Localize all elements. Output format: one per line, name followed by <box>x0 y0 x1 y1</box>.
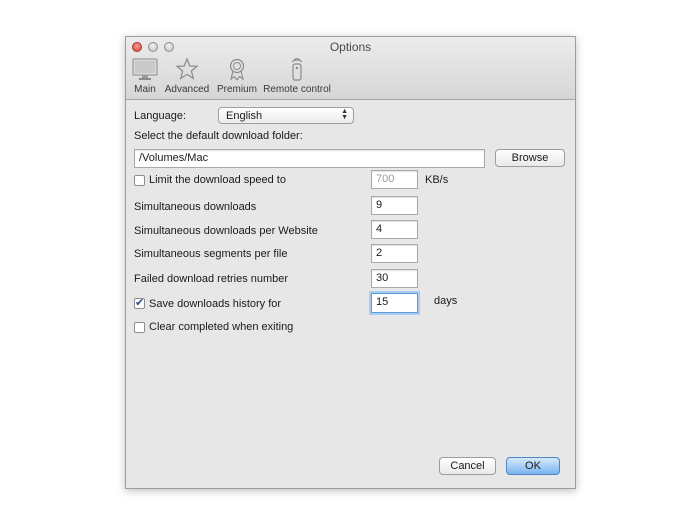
toolbar-label-main: Main <box>134 84 156 95</box>
simultaneous-downloads-label: Simultaneous downloads <box>134 201 257 213</box>
cancel-button[interactable]: Cancel <box>439 457 496 475</box>
retries-label: Failed download retries number <box>134 273 289 285</box>
segments-label: Simultaneous segments per file <box>134 248 288 260</box>
toolbar-label-remote-control: Remote control <box>263 84 331 95</box>
clear-completed-label: Clear completed when exiting <box>149 321 294 333</box>
history-days-input[interactable]: 15 <box>371 293 418 313</box>
toolbar-tab-remote-control[interactable]: Remote control <box>262 57 332 95</box>
save-history-checkbox[interactable] <box>134 296 145 309</box>
limit-speed-checkbox[interactable] <box>134 175 145 186</box>
ok-button[interactable]: OK <box>506 457 560 475</box>
window-title: Options <box>329 40 372 54</box>
toolbar-label-premium: Premium <box>216 84 257 95</box>
star-icon <box>175 57 199 80</box>
download-folder-input[interactable]: /Volumes/Mac <box>134 149 485 168</box>
per-website-label: Simultaneous downloads per Website <box>134 225 318 237</box>
toolbar-label-advanced: Advanced <box>164 84 210 95</box>
history-unit-label: days <box>434 295 458 307</box>
per-website-input[interactable]: 4 <box>371 220 418 239</box>
save-history-label: Save downloads history for <box>149 298 282 310</box>
language-label: Language: <box>134 110 186 122</box>
segments-input[interactable]: 2 <box>371 244 418 263</box>
speed-unit-label: KB/s <box>425 174 449 186</box>
remote-control-icon <box>291 58 303 81</box>
toolbar-tab-advanced[interactable]: Advanced <box>164 57 210 95</box>
limit-speed-label: Limit the download speed to <box>149 174 286 186</box>
toolbar-tab-premium[interactable]: Premium <box>214 57 260 95</box>
monitor-icon <box>132 58 158 80</box>
language-select[interactable]: English ▲ ▼ <box>218 107 354 124</box>
simultaneous-downloads-input[interactable]: 9 <box>371 196 418 215</box>
award-icon <box>229 58 245 81</box>
toolbar-tab-main[interactable]: Main <box>128 57 162 95</box>
title-bar: Options Main Advanced Premium Remote con… <box>126 37 575 100</box>
chevron-up-down-icon: ▲ ▼ <box>341 108 348 121</box>
retries-input[interactable]: 30 <box>371 269 418 288</box>
speed-limit-input[interactable]: 700 <box>371 170 418 189</box>
download-folder-label: Select the default download folder: <box>134 130 303 142</box>
options-window: Options Main Advanced Premium Remote con… <box>125 36 576 489</box>
language-value: English <box>226 110 263 122</box>
browse-button[interactable]: Browse <box>495 149 565 167</box>
options-content: Language: English ▲ ▼ Select the default … <box>126 99 575 488</box>
clear-completed-checkbox[interactable] <box>134 322 145 333</box>
